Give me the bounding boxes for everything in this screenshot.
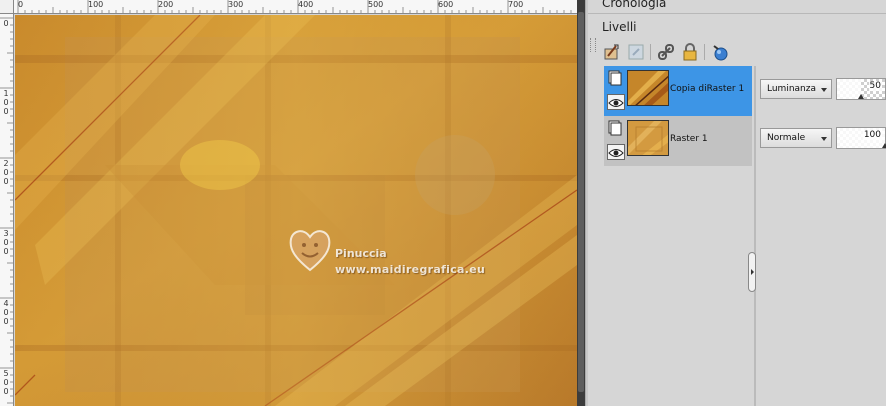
ruler-left-label: 1 [3, 89, 9, 98]
ruler-top-label: 700 [508, 0, 524, 9]
layer-name: Copia diRaster 1 [670, 84, 745, 94]
ruler-left-label: 0 [3, 387, 9, 396]
ruler-left-label: 0 [3, 19, 9, 28]
layer-thumbnail [627, 70, 669, 106]
raster-layer-icon [608, 120, 622, 136]
ruler-left-label: 3 [3, 229, 9, 238]
blend-mode-value: Luminanza [767, 84, 816, 94]
layers-panel-title: Livelli [602, 20, 637, 34]
ruler-left-label: 0 [3, 247, 9, 256]
ruler-left-label: 5 [3, 369, 9, 378]
ruler-corner [0, 0, 14, 14]
blend-mode-dropdown[interactable]: Normale [760, 128, 832, 148]
toolbar-separator [650, 44, 651, 60]
chevron-down-icon [821, 137, 827, 141]
opacity-marker-icon[interactable] [882, 143, 886, 148]
history-panel-header[interactable]: Cronologia [588, 0, 886, 14]
layer-properties: Luminanza 50 Normale 100 [758, 66, 886, 406]
raster-layer-icon [608, 70, 622, 86]
ruler-left-label: 0 [3, 177, 9, 186]
app-window: 0 100 200 300 400 500 600 700 0100200300… [0, 0, 886, 406]
ruler-left-label: 0 [3, 98, 9, 107]
link-icon[interactable] [656, 42, 676, 62]
panel-collapse-handle-icon[interactable] [748, 252, 756, 292]
layers-list: Copia diRaster 1 Raster 1 [604, 66, 752, 406]
layers-palette: Cronologia Livelli Copia diRaster 1 Rast… [588, 0, 886, 406]
fx-icon[interactable] [710, 42, 730, 62]
ruler-top-label: 100 [88, 0, 104, 9]
panel-grip-icon[interactable] [590, 38, 596, 52]
ruler-vertical: 0100200300400500 [0, 14, 14, 406]
canvas-artwork [15, 15, 577, 406]
canvas-scrollbar[interactable] [577, 0, 585, 406]
ruler-left-label: 4 [3, 299, 9, 308]
watermark: Pinuccia www.maidiregrafica.eu [287, 220, 527, 290]
ruler-top-label: 300 [228, 0, 244, 9]
opacity-marker-icon[interactable] [858, 94, 864, 99]
opacity-slider[interactable]: 100 [836, 127, 886, 149]
ruler-left-label: 0 [3, 378, 9, 387]
layer-row-raster-1[interactable]: Raster 1 [604, 116, 752, 166]
visibility-eye-icon[interactable] [607, 94, 625, 110]
opacity-value: 100 [862, 130, 882, 140]
watermark-name: Pinuccia [335, 247, 387, 260]
ruler-left-label: 0 [3, 107, 9, 116]
heart-logo-icon [289, 230, 331, 272]
layer-row-icons [607, 70, 625, 114]
history-panel-title: Cronologia [602, 0, 667, 10]
ruler-horizontal: 0 100 200 300 400 500 600 700 [14, 0, 580, 14]
layer-props-row: Luminanza 50 [760, 76, 886, 102]
ruler-vertical-ticks [0, 17, 13, 404]
ruler-top-label: 200 [158, 0, 174, 9]
ruler-top-label: 400 [298, 0, 314, 9]
opacity-value: 50 [868, 81, 882, 91]
mask-icon[interactable] [626, 42, 646, 62]
scrollbar-thumb[interactable] [578, 12, 584, 392]
ruler-left-label: 0 [3, 317, 9, 326]
lock-icon[interactable] [680, 42, 700, 62]
opacity-slider[interactable]: 50 [836, 78, 886, 100]
layer-thumbnail [627, 120, 669, 156]
watermark-url: www.maidiregrafica.eu [335, 263, 486, 276]
new-layer-icon[interactable] [602, 42, 622, 62]
ruler-top-label: 500 [368, 0, 384, 9]
layers-toolbar [602, 42, 762, 62]
ruler-left-label: 0 [3, 238, 9, 247]
layers-panel-header[interactable]: Livelli [588, 18, 886, 52]
layer-name: Raster 1 [670, 134, 708, 144]
layers-divider [754, 66, 756, 406]
layer-row-icons [607, 120, 625, 164]
blend-mode-value: Normale [767, 133, 806, 143]
blend-mode-dropdown[interactable]: Luminanza [760, 79, 832, 99]
toolbar-separator [704, 44, 705, 60]
ruler-left-label: 0 [3, 168, 9, 177]
visibility-eye-icon[interactable] [607, 144, 625, 160]
ruler-left-label: 2 [3, 159, 9, 168]
ruler-top-label: 0 [18, 0, 24, 9]
layer-props-row: Normale 100 [760, 125, 886, 151]
ruler-top-label: 600 [438, 0, 454, 9]
image-canvas[interactable]: Pinuccia www.maidiregrafica.eu [15, 15, 581, 406]
layer-row-copia-di-raster-1[interactable]: Copia diRaster 1 [604, 66, 752, 116]
chevron-down-icon [821, 88, 827, 92]
ruler-left-label: 0 [3, 308, 9, 317]
